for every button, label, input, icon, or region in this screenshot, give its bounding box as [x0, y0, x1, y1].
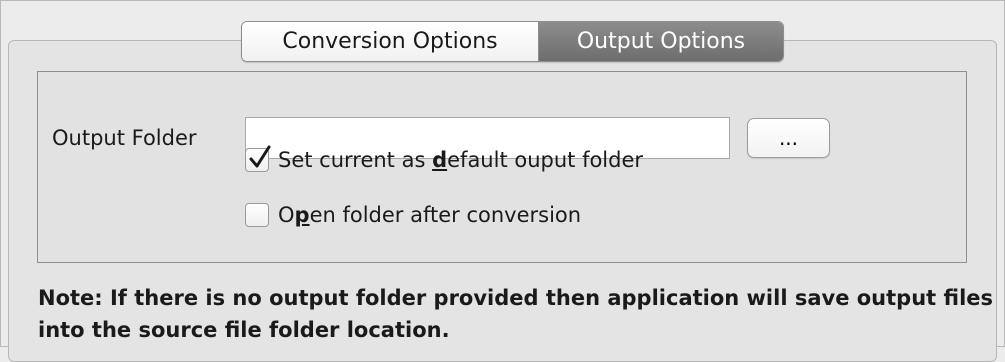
set-default-folder-checkbox[interactable]	[245, 145, 271, 172]
open-folder-after-label: Open folder after conversion	[278, 203, 582, 227]
set-default-folder-label: Set current as default ouput folder	[278, 148, 644, 172]
set-default-folder-option[interactable]: Set current as default ouput folder	[245, 145, 644, 172]
output-folder-label: Output Folder	[52, 126, 197, 150]
checkmark-icon	[249, 145, 271, 168]
tab-bar: Conversion Options Output Options	[241, 21, 784, 62]
browse-folder-button[interactable]: ...	[747, 118, 830, 158]
open-folder-after-option[interactable]: Open folder after conversion	[245, 203, 581, 227]
open-folder-after-checkbox[interactable]	[245, 203, 269, 227]
tab-output-options[interactable]: Output Options	[539, 22, 783, 61]
output-folder-note: Note: If there is no output folder provi…	[38, 286, 994, 342]
tab-conversion-options[interactable]: Conversion Options	[242, 22, 539, 61]
